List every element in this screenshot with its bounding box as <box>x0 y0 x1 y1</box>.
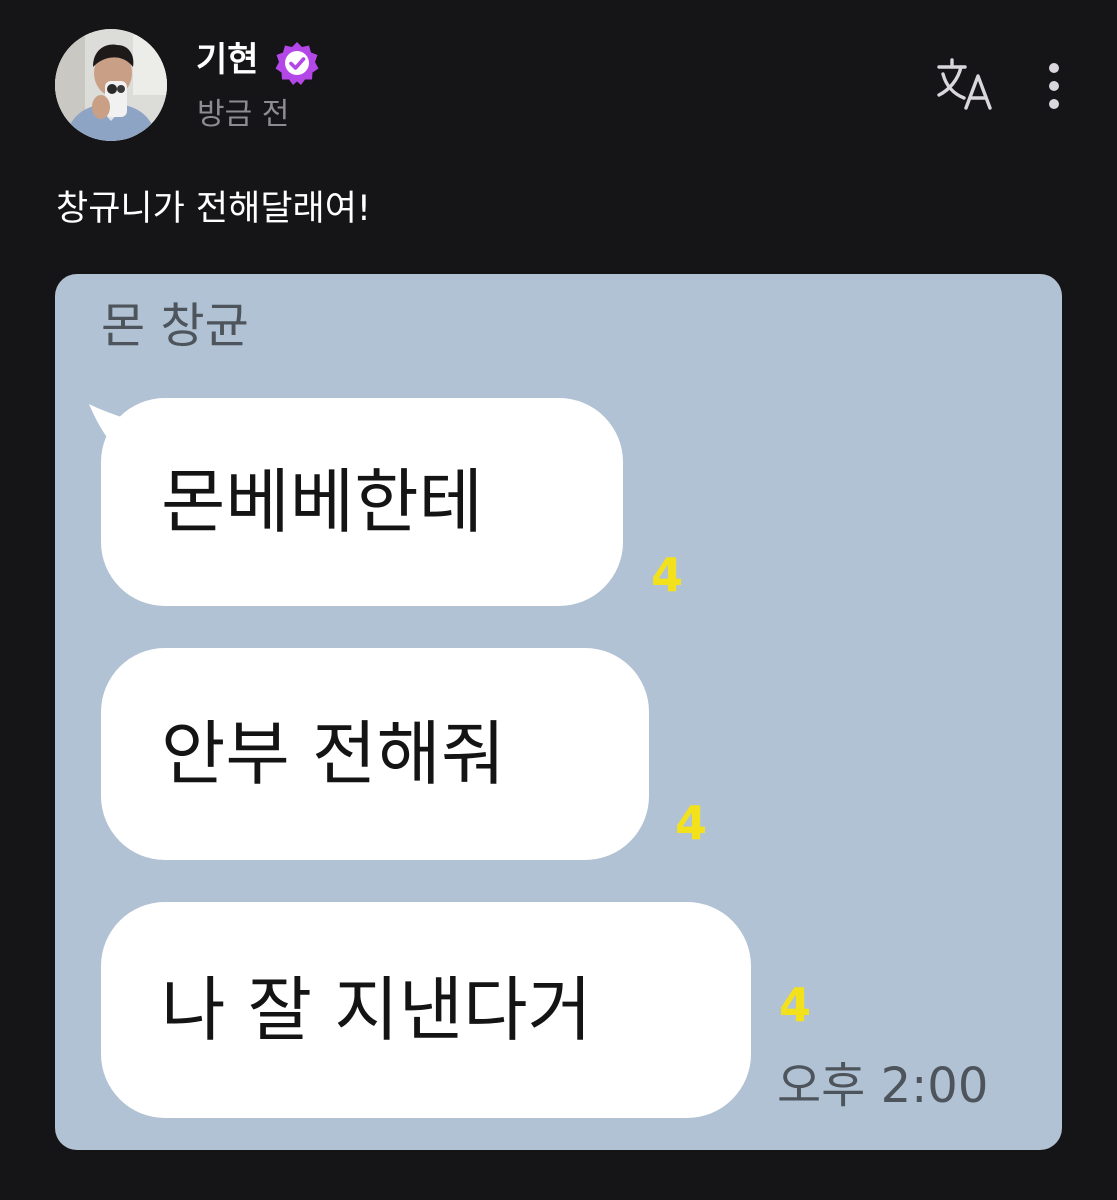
chat-sender-name: 몬 창균 <box>101 298 249 354</box>
more-vertical-icon[interactable] <box>1036 60 1072 112</box>
chat-bubble: 나 잘 지낸다거 <box>101 902 751 1118</box>
author-name[interactable]: 기현 <box>196 38 259 82</box>
chat-bubble: 몬베베한테 <box>101 398 623 606</box>
unread-count: 4 <box>779 978 812 1032</box>
unread-count: 4 <box>675 796 708 850</box>
chat-message-text: 안부 전해줘 <box>161 713 506 795</box>
post-timestamp: 방금 전 <box>197 97 290 132</box>
post-view: 기현 방금 전 창규니가 전해달래여! 몬 창균 몬베베한테 4 안부 전해줘 … <box>0 0 1117 1200</box>
chat-message-time: 오후 2:00 <box>777 1058 989 1114</box>
post-caption: 창규니가 전해달래여! <box>56 189 371 229</box>
author-avatar[interactable] <box>55 29 167 141</box>
avatar-photo <box>55 29 167 141</box>
chat-message-text: 나 잘 지낸다거 <box>161 969 592 1051</box>
chat-message-text: 몬베베한테 <box>161 461 483 543</box>
unread-count: 4 <box>651 548 684 602</box>
translate-icon[interactable] <box>936 58 994 110</box>
attached-chat-screenshot[interactable]: 몬 창균 몬베베한테 4 안부 전해줘 4 나 잘 지낸다거 4 오후 2:00 <box>55 274 1062 1150</box>
verified-badge-icon <box>275 42 319 85</box>
chat-bubble: 안부 전해줘 <box>101 648 649 860</box>
